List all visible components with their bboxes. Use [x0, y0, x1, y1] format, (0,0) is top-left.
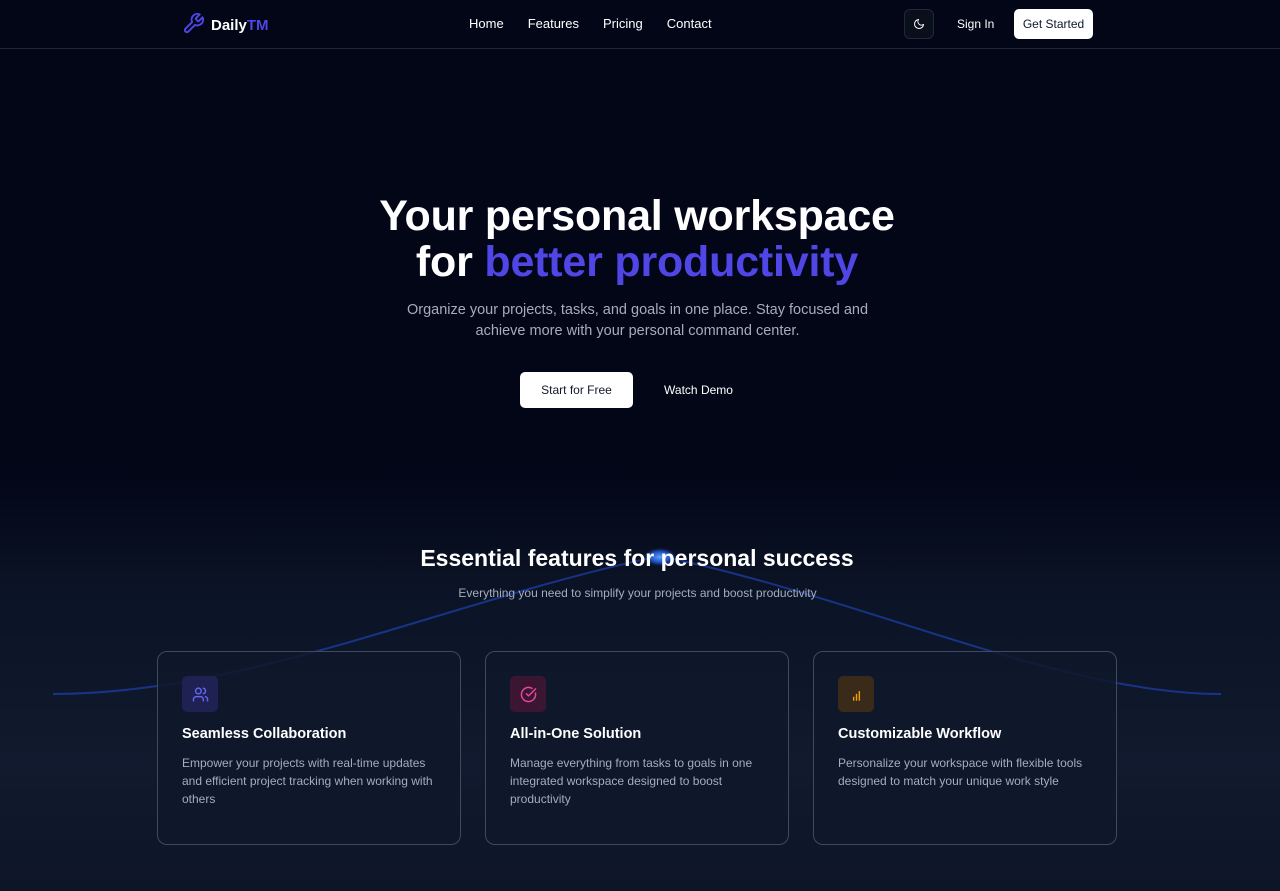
hero-title-prefix: for: [415, 238, 485, 286]
feature-card-title: All-in-One Solution: [510, 726, 642, 742]
hero-subtitle-line2: achieve more with your personal command …: [475, 323, 800, 339]
feature-card-title: Customizable Workflow: [838, 726, 1002, 742]
nav-home[interactable]: Home: [469, 16, 504, 31]
hero-subtitle-line1: Organize your projects, tasks, and goals…: [406, 302, 869, 318]
feature-card-desc: Empower your projects with real-time upd…: [182, 756, 433, 806]
nav-contact[interactable]: Contact: [667, 16, 712, 31]
hero-title: Your personal workspace for better produ…: [0, 193, 1274, 285]
top-navbar: DailyTM Home Features Pricing Contact Si…: [0, 0, 1280, 49]
feature-card-collaboration: Seamless Collaboration Empower your proj…: [157, 651, 461, 845]
features-subtitle: Everything you need to simplify your pro…: [458, 586, 817, 600]
wrench-icon: [182, 12, 205, 39]
feature-card-workflow: Customizable Workflow Personalize your w…: [813, 651, 1117, 845]
hero-title-accent: better productivity: [484, 238, 859, 286]
users-icon: [182, 676, 218, 712]
feature-card-all-in-one: All-in-One Solution Manage everything fr…: [485, 651, 789, 845]
brand-accent: TM: [246, 17, 269, 34]
moon-icon: [914, 19, 924, 29]
sign-in-link[interactable]: Sign In: [957, 17, 994, 31]
main-nav: Home Features Pricing Contact: [469, 16, 712, 31]
hero-subtitle: Organize your projects, tasks, and goals…: [0, 300, 1275, 342]
bar-chart-icon: [838, 676, 874, 712]
start-for-free-button[interactable]: Start for Free: [520, 372, 633, 408]
brand-logo[interactable]: DailyTM: [182, 12, 269, 39]
check-circle-icon: [510, 676, 546, 712]
get-started-button[interactable]: Get Started: [1014, 9, 1093, 39]
brand-name: Daily: [211, 17, 247, 34]
feature-card-desc: Manage everything from tasks to goals in…: [510, 756, 753, 806]
nav-features[interactable]: Features: [528, 16, 579, 31]
nav-pricing[interactable]: Pricing: [603, 16, 643, 31]
feature-card-title: Seamless Collaboration: [182, 726, 347, 742]
hero-title-line1: Your personal workspace: [379, 192, 895, 240]
watch-demo-button[interactable]: Watch Demo: [650, 372, 747, 408]
features-title: Essential features for personal success: [420, 545, 854, 571]
theme-toggle-button[interactable]: [904, 9, 934, 39]
feature-card-desc: Personalize your workspace with flexible…: [838, 756, 1083, 788]
